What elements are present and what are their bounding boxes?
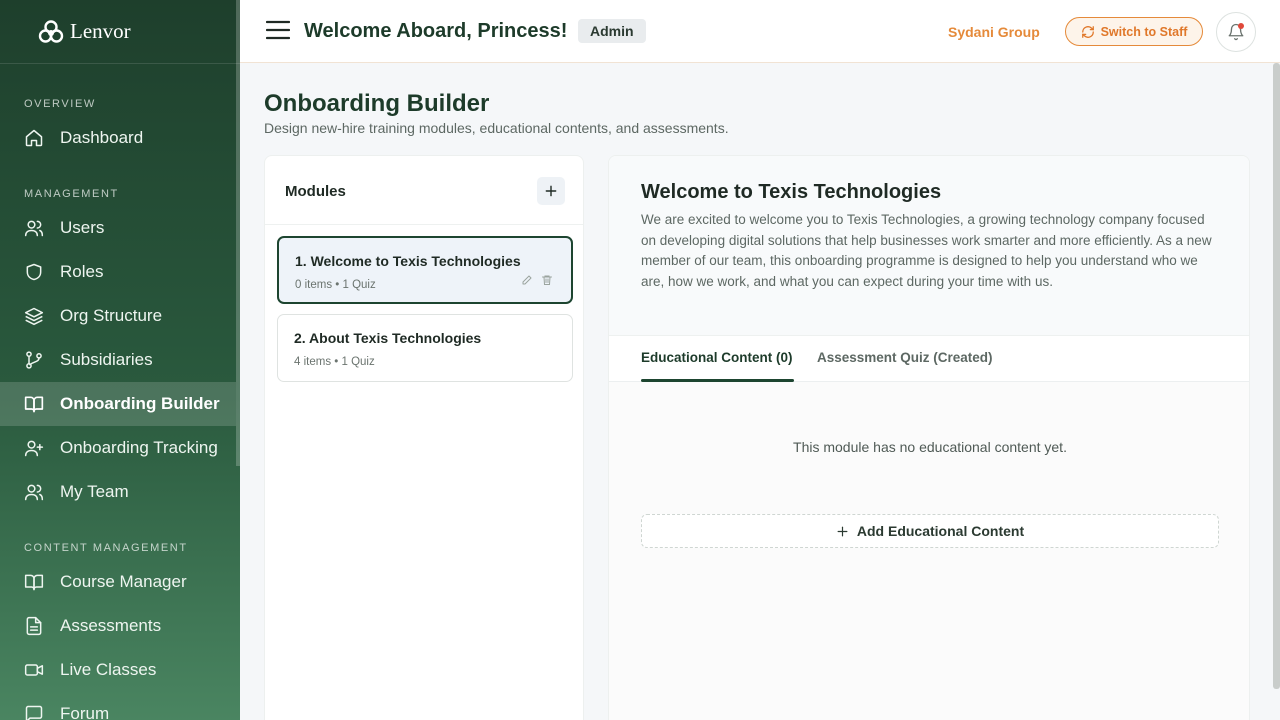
module-title: 1. Welcome to Texis Technologies: [295, 253, 521, 269]
modules-header: Modules: [265, 156, 583, 225]
section-label-management: MANAGEMENT: [24, 188, 119, 200]
sidebar-item-org-structure[interactable]: Org Structure: [0, 294, 236, 338]
plus-icon: [545, 185, 557, 197]
module-detail-description: We are excited to welcome you to Texis T…: [641, 212, 1212, 289]
add-educational-content-label: Add Educational Content: [856, 523, 1025, 539]
page-title: Onboarding Builder: [264, 90, 490, 117]
module-detail-header: Welcome to Texis Technologies We are exc…: [609, 156, 1249, 336]
trash-icon[interactable]: [541, 274, 553, 286]
modules-title: Modules: [285, 183, 346, 200]
message-square-icon: [25, 705, 43, 720]
notification-dot: [1238, 23, 1244, 29]
sidebar-item-forum[interactable]: Forum: [0, 692, 236, 720]
refresh-icon: [1081, 25, 1094, 38]
book-open-icon: [24, 396, 44, 413]
sidebar-item-users[interactable]: Users: [0, 206, 236, 250]
main-scrollbar[interactable]: [1273, 63, 1280, 689]
module-meta: 0 items • 1 Quiz: [295, 279, 376, 291]
edit-icon[interactable]: [521, 274, 533, 286]
org-name[interactable]: Sydani Group: [948, 24, 1040, 40]
sidebar: Lenvor OVERVIEW Dashboard MANAGEMENT Use…: [0, 0, 240, 720]
menu-icon[interactable]: [266, 20, 290, 40]
section-label-content-management: CONTENT MANAGEMENT: [24, 542, 188, 554]
module-meta: 4 items • 1 Quiz: [294, 356, 375, 368]
active-tab-indicator: [641, 379, 794, 382]
book-icon: [24, 574, 44, 591]
sidebar-scrollbar[interactable]: [236, 0, 240, 466]
module-detail-panel: Welcome to Texis Technologies We are exc…: [608, 155, 1250, 720]
git-branch-icon: [26, 351, 42, 369]
module-card[interactable]: 2. About Texis Technologies 4 items • 1 …: [277, 314, 573, 382]
sidebar-item-subsidiaries[interactable]: Subsidiaries: [0, 338, 236, 382]
user-plus-icon: [24, 440, 44, 457]
sidebar-item-course-manager[interactable]: Course Manager: [0, 560, 236, 604]
sidebar-item-my-team[interactable]: My Team: [0, 470, 236, 514]
file-text-icon: [26, 616, 42, 636]
module-card[interactable]: 1. Welcome to Texis Technologies 0 items…: [277, 236, 573, 304]
sidebar-item-live-classes[interactable]: Live Classes: [0, 648, 236, 692]
switch-to-staff-label: Switch to Staff: [1100, 24, 1188, 39]
sidebar-item-label: Roles: [60, 262, 104, 281]
sidebar-item-onboarding-builder[interactable]: Onboarding Builder: [0, 382, 236, 426]
plus-icon: [837, 526, 848, 536]
tab-assessment-quiz[interactable]: Assessment Quiz (Created): [817, 350, 993, 365]
home-icon: [25, 129, 43, 147]
sidebar-item-label: Org Structure: [60, 306, 163, 325]
users-icon: [24, 220, 44, 237]
section-label-overview: OVERVIEW: [24, 98, 96, 110]
modules-panel: Modules 1. Welcome to Texis Technologies…: [264, 155, 584, 720]
sidebar-item-label: My Team: [60, 482, 129, 501]
sidebar-item-roles[interactable]: Roles: [0, 250, 236, 294]
empty-state-text: This module has no educational content y…: [793, 439, 1067, 455]
add-educational-content-button[interactable]: Add Educational Content: [641, 514, 1219, 548]
lenvor-logo-icon: [38, 19, 64, 43]
tab-educational-content[interactable]: Educational Content (0): [641, 350, 793, 365]
notifications-button[interactable]: [1216, 12, 1256, 52]
brand[interactable]: Lenvor: [0, 0, 240, 64]
add-module-button[interactable]: [537, 177, 565, 205]
switch-to-staff-button[interactable]: Switch to Staff: [1065, 17, 1203, 46]
sidebar-item-label: Onboarding Tracking: [60, 438, 218, 457]
team-icon: [24, 484, 44, 501]
layers-icon: [24, 307, 44, 326]
content-tabs: Educational Content (0) Assessment Quiz …: [609, 336, 1249, 382]
module-detail-title: Welcome to Texis Technologies: [641, 181, 942, 203]
module-actions: [521, 274, 553, 286]
video-icon: [24, 664, 44, 676]
sidebar-item-label: Forum: [60, 704, 110, 720]
sidebar-item-label: Users: [60, 218, 105, 237]
brand-name: Lenvor: [70, 19, 131, 43]
top-header: Welcome Aboard, Princess! Admin Sydani G…: [240, 0, 1280, 63]
page-subtitle: Design new-hire training modules, educat…: [264, 120, 729, 136]
sidebar-item-label: Subsidiaries: [60, 350, 153, 369]
shield-icon: [26, 263, 42, 281]
sidebar-item-label: Dashboard: [60, 128, 144, 147]
module-title: 2. About Texis Technologies: [294, 330, 482, 346]
sidebar-item-label: Course Manager: [60, 572, 187, 591]
sidebar-item-label: Assessments: [60, 616, 162, 635]
role-badge: Admin: [578, 19, 646, 43]
welcome-heading: Welcome Aboard, Princess!: [304, 20, 568, 42]
sidebar-item-label: Live Classes: [60, 660, 157, 679]
sidebar-item-dashboard[interactable]: Dashboard: [0, 116, 236, 160]
sidebar-item-label: Onboarding Builder: [60, 394, 220, 413]
sidebar-item-assessments[interactable]: Assessments: [0, 604, 236, 648]
sidebar-item-onboarding-tracking[interactable]: Onboarding Tracking: [0, 426, 236, 470]
